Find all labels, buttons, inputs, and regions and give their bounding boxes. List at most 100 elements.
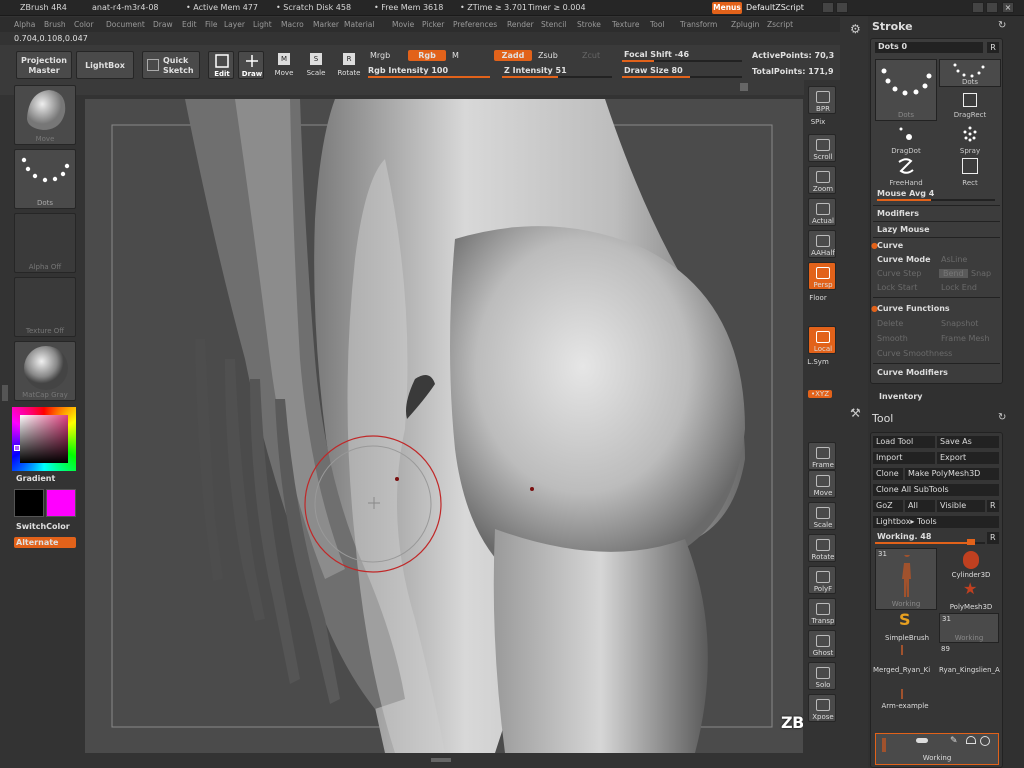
- stroke-dragrect[interactable]: DragRect: [939, 91, 1001, 119]
- toggle-lsym[interactable]: L.Sym: [802, 358, 834, 366]
- gradient-label[interactable]: Gradient: [16, 474, 55, 483]
- zsub-toggle[interactable]: Zsub: [538, 51, 558, 60]
- button-frame[interactable]: Frame: [808, 442, 836, 470]
- menu-item-file[interactable]: File: [205, 20, 218, 29]
- anatomy-sculpt-model[interactable]: [85, 99, 803, 753]
- asline-toggle[interactable]: AsLine: [941, 255, 967, 264]
- scale-mode-button[interactable]: S Scale: [304, 51, 328, 79]
- bend-toggle[interactable]: Bend: [939, 269, 968, 278]
- clone-all-subtools-button[interactable]: Clone All SubTools: [873, 484, 999, 496]
- button-move[interactable]: Move: [808, 470, 836, 498]
- stroke-r-button[interactable]: R: [987, 42, 999, 53]
- mouse-avg-slider[interactable]: [877, 199, 995, 201]
- menu-item-stroke[interactable]: Stroke: [577, 20, 601, 29]
- tool-r-button[interactable]: R: [987, 532, 999, 544]
- stroke-dragdot[interactable]: DragDot: [875, 125, 937, 155]
- stroke-freehand[interactable]: FreeHand: [875, 157, 937, 187]
- tool-ryan-kingslien[interactable]: Ryan_Kingslien_A: [939, 666, 1003, 674]
- canvas-viewport[interactable]: ZBRUSH WORKSHOPS: [85, 99, 803, 753]
- focal-shift-slider[interactable]: [622, 60, 742, 62]
- goz-button[interactable]: GoZ: [873, 500, 903, 512]
- button-scroll[interactable]: Scroll: [808, 134, 836, 162]
- delete-button[interactable]: Delete: [877, 319, 903, 328]
- menu-item-document[interactable]: Document: [106, 20, 145, 29]
- load-tool-button[interactable]: Load Tool: [873, 436, 935, 448]
- lock-start-toggle[interactable]: Lock Start: [877, 283, 917, 292]
- bottom-handle-icon[interactable]: [431, 758, 451, 762]
- menu-item-render[interactable]: Render: [507, 20, 534, 29]
- color-picker[interactable]: [12, 407, 76, 471]
- m-toggle[interactable]: M: [452, 51, 459, 60]
- menu-item-macro[interactable]: Macro: [281, 20, 304, 29]
- projection-master-button[interactable]: Projection Master: [16, 51, 72, 79]
- menu-item-stencil[interactable]: Stencil: [541, 20, 566, 29]
- curve-mode-toggle[interactable]: Curve Mode: [877, 255, 931, 264]
- tool-merged-ryan[interactable]: Merged_Ryan_Ki: [873, 666, 937, 674]
- button-bpr[interactable]: BPR: [808, 86, 836, 114]
- curve-step-slider[interactable]: Curve Step: [877, 269, 921, 278]
- tool-title[interactable]: Tool: [872, 412, 893, 425]
- menu-item-texture[interactable]: Texture: [612, 20, 639, 29]
- lock-end-toggle[interactable]: Lock End: [941, 283, 977, 292]
- button-persp[interactable]: Persp: [808, 262, 836, 290]
- curve-smoothness-slider[interactable]: Curve Smoothness: [877, 349, 952, 358]
- smooth-button[interactable]: Smooth: [877, 334, 908, 343]
- button-aahalf[interactable]: AAHalf: [808, 230, 836, 258]
- subtool-row[interactable]: ✎ Working: [875, 733, 999, 765]
- material-thumbnail[interactable]: MatCap Gray: [14, 341, 76, 401]
- menu-item-tool[interactable]: Tool: [650, 20, 665, 29]
- stroke-dots-large[interactable]: Dots: [875, 59, 937, 121]
- saturation-square[interactable]: [20, 415, 68, 463]
- mrgb-toggle[interactable]: Mrgb: [370, 51, 390, 60]
- maximize-icon[interactable]: [986, 2, 998, 13]
- stroke-gear-icon[interactable]: ⚙: [850, 22, 861, 36]
- lazy-mouse-section[interactable]: Lazy Mouse: [877, 225, 930, 234]
- snapshot-button[interactable]: Snapshot: [941, 319, 978, 328]
- menu-item-alpha[interactable]: Alpha: [14, 20, 35, 29]
- menu-item-transform[interactable]: Transform: [680, 20, 717, 29]
- script-button[interactable]: DefaultZScript: [746, 2, 818, 14]
- menu-item-layer[interactable]: Layer: [224, 20, 245, 29]
- all-button[interactable]: All: [905, 500, 935, 512]
- left-tray-handle-icon[interactable]: [2, 385, 8, 401]
- brush-thumbnail[interactable]: Move: [14, 85, 76, 145]
- texture-thumbnail[interactable]: Texture Off: [14, 277, 76, 337]
- rotate-mode-button[interactable]: R Rotate: [336, 51, 362, 79]
- save-as-button[interactable]: Save As: [937, 436, 999, 448]
- make-polymesh-button[interactable]: Make PolyMesh3D: [905, 468, 999, 480]
- snap-toggle[interactable]: Snap: [971, 269, 991, 278]
- button-zoom[interactable]: Zoom: [808, 166, 836, 194]
- subtool-polypaint-icon[interactable]: [966, 736, 976, 744]
- lightbox-button[interactable]: LightBox: [76, 51, 134, 79]
- inventory-label[interactable]: Inventory: [879, 392, 923, 401]
- alternate-button[interactable]: Alternate: [14, 537, 76, 548]
- tool-refresh-icon[interactable]: ↻: [998, 412, 1006, 423]
- toggle-spix[interactable]: SPix: [802, 118, 834, 126]
- subtool-brush-icon[interactable]: ✎: [950, 736, 958, 746]
- lightbox-tools-button[interactable]: Lightbox▸ Tools: [873, 516, 999, 528]
- button-solo[interactable]: Solo: [808, 662, 836, 690]
- stroke-dots-small[interactable]: Dots: [939, 59, 1001, 87]
- tool-thumb-working-2[interactable]: 31 Working: [939, 613, 999, 643]
- menu-item-marker[interactable]: Marker: [313, 20, 339, 29]
- frame-mesh-button[interactable]: Frame Mesh: [941, 334, 990, 343]
- stroke-rect[interactable]: Rect: [939, 157, 1001, 187]
- subtool-visibility-icon[interactable]: [916, 738, 928, 743]
- move-mode-button[interactable]: M Move: [272, 51, 296, 79]
- hammer-icon[interactable]: ⚒: [850, 406, 861, 420]
- button-polyf[interactable]: PolyF: [808, 566, 836, 594]
- menu-item-movie[interactable]: Movie: [392, 20, 414, 29]
- curve-section[interactable]: Curve: [877, 241, 903, 250]
- menu-item-color[interactable]: Color: [74, 20, 94, 29]
- menus-button[interactable]: Menus: [712, 2, 742, 14]
- button-xpose[interactable]: Xpose: [808, 694, 836, 722]
- draw-button[interactable]: Draw: [238, 51, 264, 79]
- toggle-floor[interactable]: Floor: [802, 294, 834, 302]
- next-icon[interactable]: [836, 2, 848, 13]
- subtool-eye-icon[interactable]: [980, 736, 990, 746]
- close-icon[interactable]: ×: [1002, 2, 1014, 13]
- zcut-toggle[interactable]: Zcut: [582, 51, 600, 60]
- tool-arm-example[interactable]: Arm-example: [873, 702, 937, 710]
- stroke-refresh-icon[interactable]: ↻: [998, 20, 1006, 31]
- modifiers-section[interactable]: Modifiers: [877, 209, 919, 218]
